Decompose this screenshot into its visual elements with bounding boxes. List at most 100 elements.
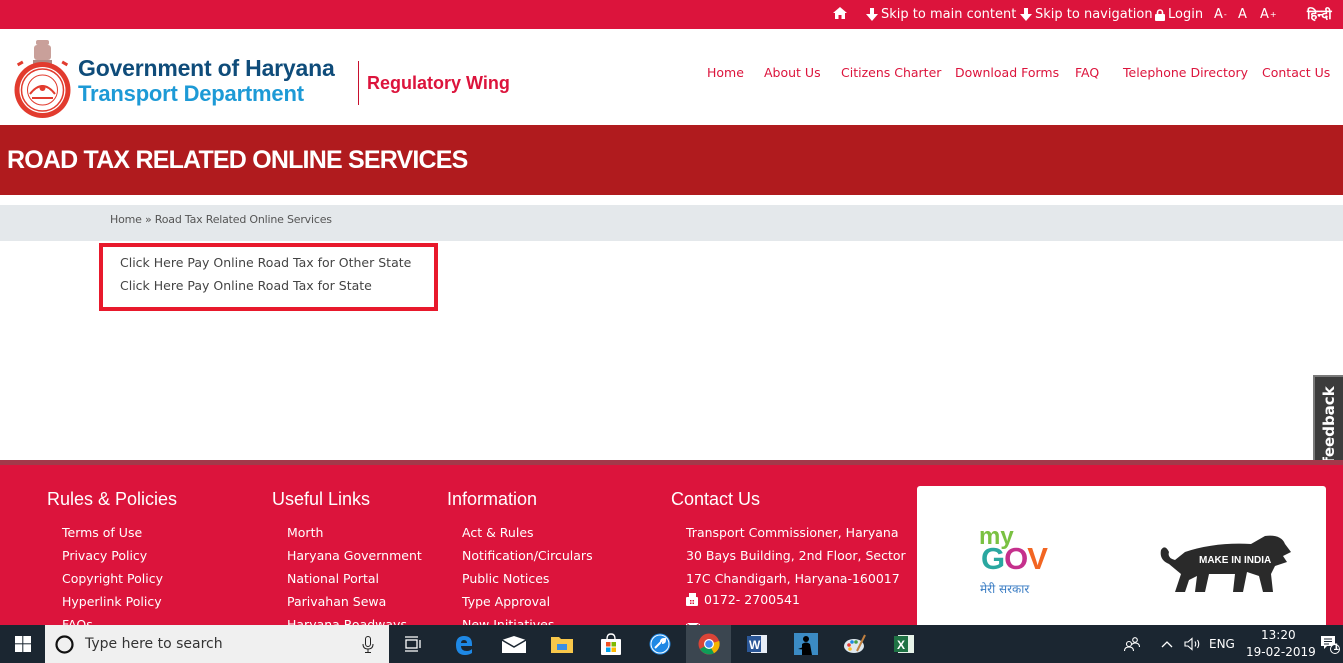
contact-line-2: 30 Bays Building, 2nd Floor, Sector xyxy=(686,548,906,563)
font-increase-button[interactable]: A + xyxy=(1260,7,1277,22)
taskbar-kindle[interactable] xyxy=(787,625,825,663)
nav-home[interactable]: Home xyxy=(707,65,744,80)
folder-icon xyxy=(551,637,573,653)
chrome-icon xyxy=(698,633,720,655)
footer-link-act-rules[interactable]: Act & Rules xyxy=(462,525,534,540)
footer-link-copyright-policy[interactable]: Copyright Policy xyxy=(62,571,163,586)
taskbar-search-box[interactable]: Type here to search xyxy=(45,625,389,663)
svg-text:W: W xyxy=(749,638,761,652)
skip-to-main-label: Skip to main content xyxy=(881,7,1017,22)
nav-contact-us[interactable]: Contact Us xyxy=(1262,65,1330,80)
font-increase-label: A xyxy=(1260,7,1269,22)
footer-link-hyperlink-policy[interactable]: Hyperlink Policy xyxy=(62,594,162,609)
footer-heading-rules-policies: Rules & Policies xyxy=(47,489,178,509)
start-button[interactable] xyxy=(0,625,45,663)
footer-link-parivahan-sewa[interactable]: Parivahan Sewa xyxy=(287,594,386,609)
word-icon: W xyxy=(747,635,767,653)
taskbar-edge[interactable] xyxy=(445,625,483,663)
mail-icon xyxy=(502,635,526,653)
wrench-tool-icon xyxy=(649,633,671,655)
taskbar-tool[interactable] xyxy=(641,625,679,663)
page-title: ROAD TAX RELATED ONLINE SERVICES xyxy=(7,146,468,174)
clock-date[interactable]: 19-02-2019 xyxy=(1246,645,1316,659)
nav-telephone-directory[interactable]: Telephone Directory xyxy=(1123,65,1248,80)
nav-download-forms[interactable]: Download Forms xyxy=(955,65,1059,80)
taskbar-excel[interactable]: X xyxy=(885,625,923,663)
taskbar-paint[interactable] xyxy=(836,625,874,663)
task-view-button[interactable] xyxy=(395,625,430,663)
utility-bar: Skip to main content Skip to navigation … xyxy=(0,0,1343,29)
government-title: Government of Haryana xyxy=(78,55,335,81)
arrow-down-icon xyxy=(866,8,878,21)
login-label: Login xyxy=(1168,7,1204,22)
taskbar-chrome[interactable] xyxy=(686,625,731,663)
make-in-india-lion-icon: MAKE IN INDIA xyxy=(1160,535,1291,592)
email-icon xyxy=(685,618,701,625)
people-button[interactable] xyxy=(1122,625,1142,663)
mygov-logo[interactable]: my GOV मेरी सरकार xyxy=(979,525,1069,606)
footer-link-new-initiatives[interactable]: New Initiatives xyxy=(462,617,554,625)
partner-logos-box: my GOV मेरी सरकार MAKE IN INDIA xyxy=(917,486,1326,625)
excel-icon: X xyxy=(894,635,914,653)
breadcrumb[interactable]: Home » Road Tax Related Online Services xyxy=(110,213,332,226)
arrow-down-icon xyxy=(1020,8,1032,21)
contact-line-3: 17C Chandigarh, Haryana-160017 xyxy=(686,571,900,586)
footer-heading-contact-us: Contact Us xyxy=(671,489,761,509)
nav-faq[interactable]: FAQ xyxy=(1075,65,1099,80)
chevron-up-icon xyxy=(1161,641,1173,648)
pay-road-tax-state-link[interactable]: Click Here Pay Online Road Tax for State xyxy=(120,278,372,293)
pay-road-tax-other-state-link[interactable]: Click Here Pay Online Road Tax for Other… xyxy=(120,255,411,270)
header-divider xyxy=(358,61,359,105)
windows-taskbar: Type here to search W X ENG 13:20 19-02-… xyxy=(0,625,1343,663)
font-decrease-label: A xyxy=(1214,7,1223,22)
task-view-icon xyxy=(404,636,421,652)
footer-link-haryana-roadways[interactable]: Haryana Roadways xyxy=(287,617,407,625)
taskbar-mail[interactable] xyxy=(495,625,533,663)
skip-to-navigation-link[interactable]: Skip to navigation xyxy=(1020,7,1153,22)
speaker-volume-icon xyxy=(1184,637,1200,651)
make-in-india-logo[interactable]: MAKE IN INDIA xyxy=(1155,530,1295,600)
login-link[interactable]: Login xyxy=(1155,7,1203,22)
input-language-indicator[interactable]: ENG xyxy=(1209,637,1235,651)
clock-time[interactable]: 13:20 xyxy=(1261,628,1296,642)
font-decrease-button[interactable]: A- xyxy=(1214,7,1227,22)
footer-link-public-notices[interactable]: Public Notices xyxy=(462,571,549,586)
nav-about-us[interactable]: About Us xyxy=(764,65,821,80)
taskbar-store[interactable] xyxy=(592,625,630,663)
contact-phone: 0172- 2700541 xyxy=(686,592,800,607)
highlighted-services-box: Click Here Pay Online Road Tax for Other… xyxy=(99,243,438,311)
home-link[interactable] xyxy=(833,7,847,19)
footer-link-haryana-government[interactable]: Haryana Government xyxy=(287,548,422,563)
mygov-tagline: मेरी सरकार xyxy=(980,582,1030,596)
language-toggle[interactable]: हिन्दी xyxy=(1307,5,1332,23)
action-center-button[interactable]: 1 xyxy=(1316,625,1343,663)
show-hidden-icons-button[interactable] xyxy=(1158,625,1176,663)
footer-link-national-portal[interactable]: National Portal xyxy=(287,571,379,586)
footer-link-privacy-policy[interactable]: Privacy Policy xyxy=(62,548,147,563)
make-in-india-text: MAKE IN INDIA xyxy=(1199,555,1271,566)
cortana-icon xyxy=(55,635,74,654)
language-label: हिन्दी xyxy=(1307,8,1332,23)
footer-link-type-approval[interactable]: Type Approval xyxy=(462,594,550,609)
haryana-emblem-logo[interactable] xyxy=(9,38,76,119)
regulatory-wing-title: Regulatory Wing xyxy=(367,73,510,93)
footer-link-morth[interactable]: Morth xyxy=(287,525,323,540)
nav-citizens-charter[interactable]: Citizens Charter xyxy=(841,65,941,80)
notification-count: 1 xyxy=(1333,643,1340,653)
search-placeholder: Type here to search xyxy=(85,636,223,652)
skip-to-main-link[interactable]: Skip to main content xyxy=(866,7,1016,22)
taskbar-word[interactable]: W xyxy=(738,625,776,663)
edge-icon xyxy=(456,636,472,655)
font-decrease-sup: - xyxy=(1223,10,1227,19)
footer-link-notification-circulars[interactable]: Notification/Circulars xyxy=(462,548,593,563)
svg-text:X: X xyxy=(897,638,905,652)
font-normal-label: A xyxy=(1238,7,1247,22)
footer-link-faqs[interactable]: FAQs xyxy=(62,617,93,625)
mygov-logo-bottom: GOV xyxy=(981,541,1048,576)
taskbar-file-explorer[interactable] xyxy=(543,625,581,663)
font-normal-button[interactable]: A xyxy=(1238,7,1247,22)
footer-link-terms-of-use[interactable]: Terms of Use xyxy=(62,525,142,540)
department-title: Transport Department xyxy=(78,81,304,106)
fax-phone-icon xyxy=(686,593,698,606)
volume-button[interactable] xyxy=(1182,625,1204,663)
